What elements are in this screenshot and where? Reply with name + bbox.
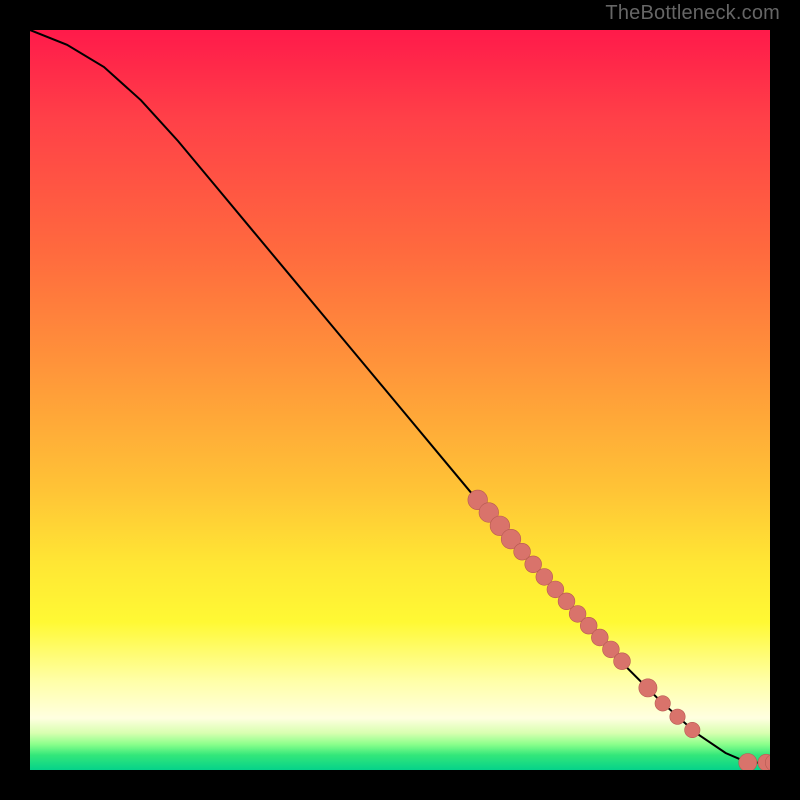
marker-group	[468, 490, 770, 770]
plot-area	[30, 30, 770, 770]
data-marker	[685, 722, 700, 737]
data-marker	[739, 754, 757, 771]
plot-overlay	[30, 30, 770, 770]
data-marker	[614, 653, 631, 670]
data-marker	[670, 709, 685, 724]
curve-line	[30, 30, 770, 763]
data-marker	[639, 679, 657, 697]
attribution-text: TheBottleneck.com	[605, 2, 780, 25]
chart-frame: TheBottleneck.com	[0, 0, 800, 800]
data-marker	[655, 696, 670, 711]
